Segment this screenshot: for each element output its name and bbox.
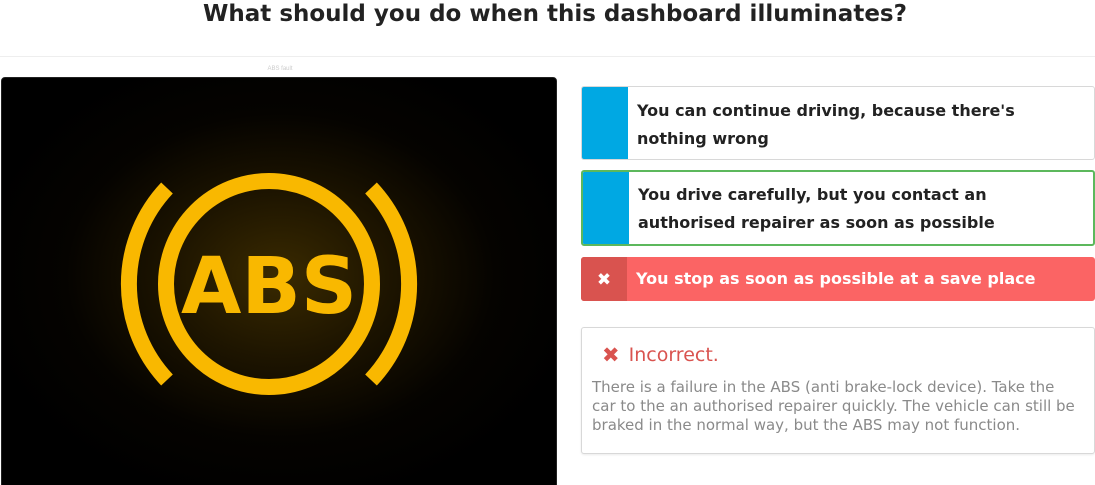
feedback-explanation: There is a failure in the ABS (anti brak… [592, 378, 1075, 434]
feedback-header: ✖ Incorrect. [602, 344, 719, 366]
feedback-title: Incorrect. [628, 344, 719, 366]
x-icon: ✖ [602, 343, 620, 367]
dashboard-warning-image: ABS [1, 77, 557, 485]
image-caption: ABS fault [267, 66, 293, 72]
answer-option-1[interactable]: You can continue driving, because there'… [581, 86, 1095, 160]
quiz-page: What should you do when this dashboard i… [0, 0, 1095, 485]
answer-option-2-label: You drive carefully, but you contact an … [638, 185, 995, 232]
header-divider [0, 56, 1095, 57]
x-icon: ✖ [596, 269, 612, 289]
answer-option-1-tab [582, 87, 628, 159]
abs-symbol-text: ABS [181, 242, 357, 332]
answer-option-3-label: You stop as soon as possible at a save p… [636, 269, 1036, 288]
abs-warning-light-icon: ABS [2, 78, 556, 485]
question-title: What should you do when this dashboard i… [203, 1, 907, 27]
answer-option-1-label: You can continue driving, because there'… [637, 101, 1015, 148]
feedback-panel: ✖ Incorrect. There is a failure in the A… [581, 327, 1095, 454]
answer-option-2-correct[interactable]: You drive carefully, but you contact an … [581, 170, 1095, 246]
answer-option-3-wrong[interactable]: ✖ You stop as soon as possible at a save… [581, 257, 1095, 301]
answer-option-2-tab [583, 172, 629, 244]
answer-option-3-tab: ✖ [581, 257, 627, 301]
